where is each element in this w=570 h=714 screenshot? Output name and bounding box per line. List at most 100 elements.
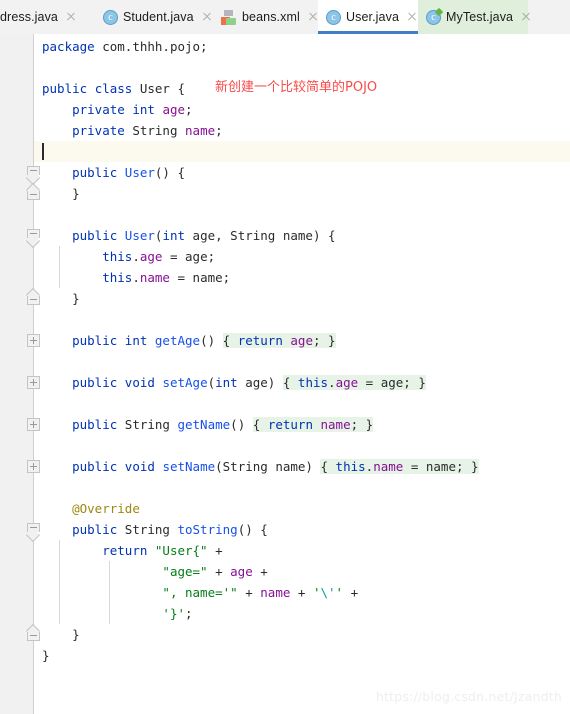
code-token: } bbox=[42, 648, 50, 663]
editor-tab-student-java[interactable]: Student.java bbox=[95, 0, 213, 34]
code-token: "User{" bbox=[154, 543, 208, 558]
code-line[interactable] bbox=[0, 204, 42, 225]
code-line-text: public String toString() { bbox=[0, 519, 268, 540]
folded-code-token[interactable]: = name; } bbox=[403, 459, 479, 474]
folded-code-token[interactable]: this bbox=[297, 375, 329, 390]
fold-collapse-icon[interactable] bbox=[25, 229, 41, 249]
code-line[interactable]: "age=" + age + bbox=[0, 561, 267, 582]
folded-code-token[interactable]: age bbox=[290, 333, 313, 348]
code-line[interactable]: public int getAge() { return age; } bbox=[0, 330, 336, 351]
code-line[interactable]: private String name; bbox=[0, 120, 223, 141]
spring-beans-xml-icon bbox=[221, 9, 237, 25]
folded-code-token[interactable]: { bbox=[222, 333, 238, 348]
code-line[interactable] bbox=[0, 435, 42, 456]
java-class-icon bbox=[326, 9, 341, 25]
code-line[interactable]: return "User{" + bbox=[0, 540, 222, 561]
editor-tab-mytest-java[interactable]: MyTest.java bbox=[418, 0, 528, 34]
folded-code-token[interactable]: . bbox=[328, 375, 336, 390]
code-token: age) bbox=[237, 375, 283, 390]
editor-tab-dress-java[interactable]: dress.java bbox=[0, 0, 95, 34]
folded-code-token[interactable]: { bbox=[252, 417, 268, 432]
code-line[interactable]: ", name='" + name + '\'' + bbox=[0, 582, 358, 603]
code-line[interactable]: private int age; bbox=[0, 99, 192, 120]
code-token: name bbox=[185, 123, 216, 138]
caret-line-highlight bbox=[34, 141, 570, 162]
code-line[interactable] bbox=[0, 351, 42, 372]
code-editor[interactable]: package com.thhh.pojo; public class User … bbox=[0, 34, 570, 714]
fold-expand-icon[interactable] bbox=[27, 460, 40, 473]
code-line[interactable]: package com.thhh.pojo; bbox=[0, 36, 208, 57]
code-line[interactable] bbox=[0, 309, 42, 330]
folded-code-token[interactable] bbox=[312, 417, 321, 432]
code-token: age, String name) { bbox=[185, 228, 336, 243]
code-token: String bbox=[117, 522, 178, 537]
code-line-text: } bbox=[0, 645, 50, 666]
code-line[interactable] bbox=[0, 477, 42, 498]
code-line[interactable]: @Override bbox=[0, 498, 140, 519]
code-line-text: this.name = name; bbox=[0, 267, 230, 288]
code-token: ' bbox=[335, 585, 344, 600]
code-token: age bbox=[230, 564, 253, 579]
fold-expand-icon[interactable] bbox=[27, 376, 40, 389]
code-token: User bbox=[124, 228, 155, 243]
folded-code-token[interactable]: name bbox=[320, 417, 351, 432]
code-line[interactable]: } bbox=[0, 645, 50, 666]
editor-tab-user-java[interactable]: User.java bbox=[318, 0, 418, 34]
editor-tab-beans-xml[interactable]: beans.xml bbox=[213, 0, 318, 34]
fold-expand-icon[interactable] bbox=[27, 418, 40, 431]
folded-code-token[interactable]: name bbox=[373, 459, 404, 474]
folded-code-token[interactable]: this bbox=[335, 459, 366, 474]
folded-code-token[interactable]: { bbox=[282, 375, 298, 390]
fold-region-end-icon[interactable] bbox=[25, 287, 41, 305]
code-line[interactable]: public void setAge(int age) { this.age =… bbox=[0, 372, 426, 393]
fold-region-end-icon[interactable] bbox=[25, 182, 41, 200]
fold-collapse-icon[interactable] bbox=[25, 166, 41, 186]
folded-code-token[interactable]: ; } bbox=[350, 417, 374, 432]
folded-code-token[interactable]: return bbox=[237, 333, 283, 348]
tab-close-icon[interactable] bbox=[65, 11, 77, 23]
fold-expand-icon[interactable] bbox=[27, 334, 40, 347]
tab-close-icon[interactable] bbox=[520, 11, 532, 23]
code-token: ; bbox=[215, 123, 223, 138]
code-token: void bbox=[124, 459, 155, 474]
code-line[interactable]: public void setName(String name) { this.… bbox=[0, 456, 479, 477]
code-line[interactable]: '}'; bbox=[0, 603, 192, 624]
fold-region-end-icon[interactable] bbox=[25, 623, 41, 641]
code-line[interactable]: this.age = age; bbox=[0, 246, 215, 267]
tab-close-icon[interactable] bbox=[201, 11, 213, 23]
code-line[interactable]: public String getName() { return name; } bbox=[0, 414, 374, 435]
code-token: private bbox=[72, 102, 125, 117]
code-token: ( bbox=[207, 375, 216, 390]
code-line-text: public class User { bbox=[0, 78, 185, 99]
code-line[interactable]: public User(int age, String name) { bbox=[0, 225, 336, 246]
code-line-text: this.age = age; bbox=[0, 246, 215, 267]
folded-code-token[interactable]: ; } bbox=[312, 333, 336, 348]
code-token: int bbox=[132, 102, 155, 117]
code-line[interactable]: this.name = name; bbox=[0, 267, 230, 288]
code-line-text: @Override bbox=[0, 498, 140, 519]
code-line[interactable] bbox=[0, 57, 42, 78]
code-line[interactable] bbox=[0, 393, 42, 414]
folded-code-token[interactable]: = age; } bbox=[358, 375, 426, 390]
code-token: } bbox=[42, 186, 80, 201]
fold-collapse-icon[interactable] bbox=[25, 523, 41, 543]
code-token: + bbox=[343, 585, 359, 600]
code-token: '}' bbox=[162, 606, 185, 621]
tab-close-icon[interactable] bbox=[406, 11, 418, 23]
folded-code-token[interactable]: { bbox=[320, 459, 336, 474]
code-token: this bbox=[102, 270, 133, 285]
code-line[interactable]: public String toString() { bbox=[0, 519, 268, 540]
code-line[interactable]: public class User { bbox=[0, 78, 185, 99]
folded-code-token[interactable]: age bbox=[335, 375, 359, 390]
code-content[interactable]: package com.thhh.pojo; public class User … bbox=[0, 34, 570, 714]
code-line[interactable] bbox=[0, 141, 42, 162]
code-token: { bbox=[169, 81, 186, 96]
folded-code-token[interactable]: return bbox=[267, 417, 313, 432]
code-line-text: "age=" + age + bbox=[0, 561, 267, 582]
